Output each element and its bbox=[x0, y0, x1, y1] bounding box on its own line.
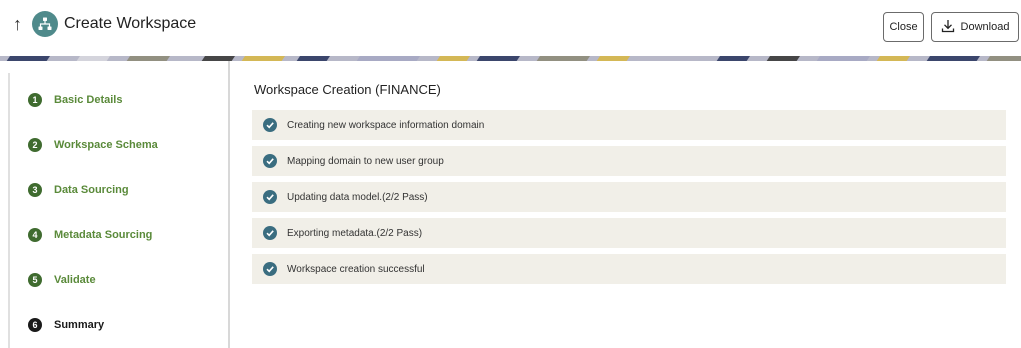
step-data-sourcing[interactable]: 3 Data Sourcing bbox=[28, 180, 129, 200]
step-number: 5 bbox=[28, 273, 42, 287]
download-icon bbox=[941, 19, 955, 36]
check-circle-icon bbox=[263, 154, 277, 168]
page-header: ↑ Create Workspace Close Download bbox=[0, 0, 1021, 52]
status-row: Updating data model.(2/2 Pass) bbox=[252, 182, 1006, 212]
status-row: Exporting metadata.(2/2 Pass) bbox=[252, 218, 1006, 248]
step-label: Summary bbox=[54, 319, 105, 331]
status-text: Mapping domain to new user group bbox=[287, 155, 444, 167]
step-number: 4 bbox=[28, 228, 42, 242]
close-button-label: Close bbox=[889, 21, 918, 33]
check-circle-icon bbox=[263, 226, 277, 240]
check-circle-icon bbox=[263, 118, 277, 132]
step-metadata-sourcing[interactable]: 4 Metadata Sourcing bbox=[28, 225, 152, 245]
status-text: Workspace creation successful bbox=[287, 263, 425, 275]
status-text: Exporting metadata.(2/2 Pass) bbox=[287, 227, 423, 239]
step-navigation: 1 Basic Details 2 Workspace Schema 3 Dat… bbox=[0, 61, 230, 348]
step-label: Validate bbox=[54, 274, 96, 286]
page-title: Create Workspace bbox=[64, 15, 197, 32]
decorative-banner bbox=[0, 52, 1021, 61]
section-title: Workspace Creation (FINANCE) bbox=[254, 82, 441, 97]
stepper-rail bbox=[8, 73, 10, 348]
step-validate[interactable]: 5 Validate bbox=[28, 270, 96, 290]
step-label: Workspace Schema bbox=[54, 139, 158, 151]
check-circle-icon bbox=[263, 190, 277, 204]
step-label: Metadata Sourcing bbox=[54, 229, 153, 241]
step-number: 6 bbox=[28, 318, 42, 332]
step-number: 3 bbox=[28, 183, 42, 197]
status-row: Mapping domain to new user group bbox=[252, 146, 1006, 176]
workspace-hierarchy-icon bbox=[32, 11, 58, 37]
status-row: Creating new workspace information domai… bbox=[252, 110, 1006, 140]
check-circle-icon bbox=[263, 262, 277, 276]
back-arrow-icon[interactable]: ↑ bbox=[13, 13, 22, 35]
download-button-label: Download bbox=[960, 21, 1010, 33]
step-summary[interactable]: 6 Summary bbox=[28, 315, 104, 335]
download-button[interactable]: Download bbox=[931, 12, 1019, 42]
step-basic-details[interactable]: 1 Basic Details bbox=[28, 90, 122, 110]
step-number: 1 bbox=[28, 93, 42, 107]
step-number: 2 bbox=[28, 138, 42, 152]
close-button[interactable]: Close bbox=[883, 12, 924, 42]
step-label: Basic Details bbox=[54, 94, 123, 106]
status-row: Workspace creation successful bbox=[252, 254, 1006, 284]
step-label: Data Sourcing bbox=[54, 184, 129, 196]
step-workspace-schema[interactable]: 2 Workspace Schema bbox=[28, 135, 158, 155]
status-text: Creating new workspace information domai… bbox=[287, 119, 485, 131]
status-text: Updating data model.(2/2 Pass) bbox=[287, 191, 428, 203]
